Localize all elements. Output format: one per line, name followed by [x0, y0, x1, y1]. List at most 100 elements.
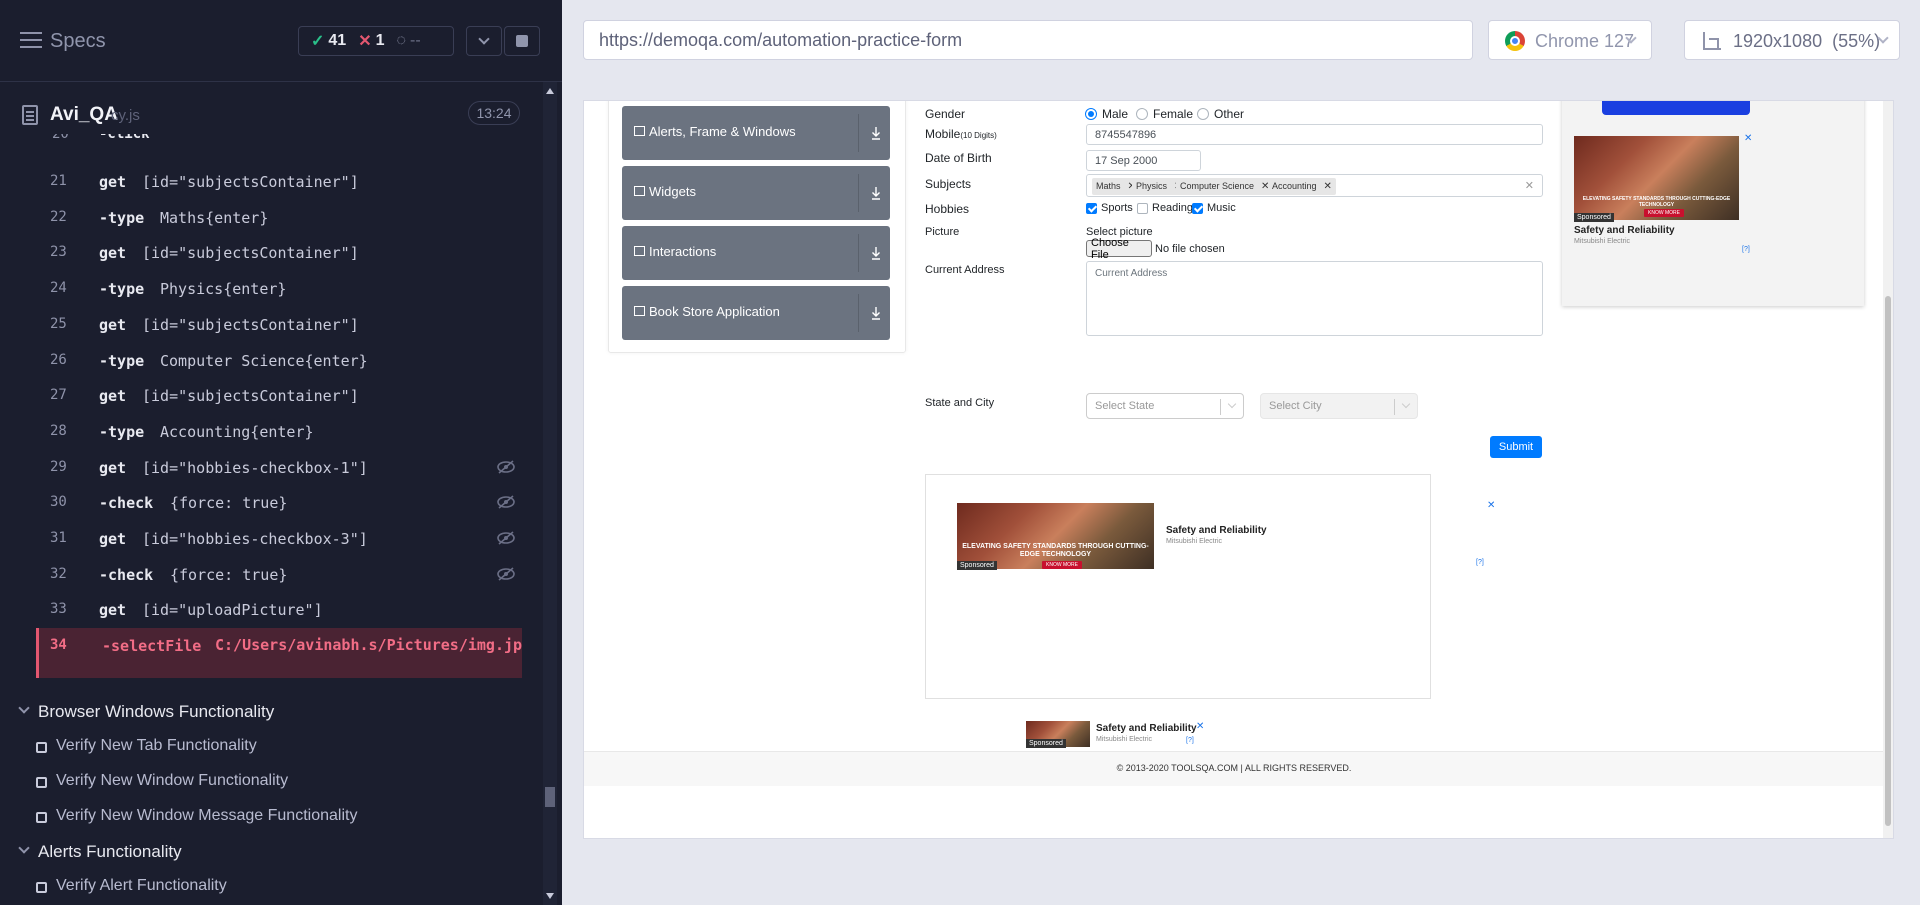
subject-chip[interactable]: Accounting ✕: [1268, 178, 1336, 195]
interactions-icon: [634, 246, 645, 256]
info-icon[interactable]: [?]: [1742, 246, 1750, 253]
state-select[interactable]: Select State: [1086, 393, 1244, 419]
scroll-up-icon[interactable]: [546, 88, 554, 94]
hobby-label[interactable]: Sports: [1101, 202, 1133, 214]
ad-image[interactable]: ELEVATING SAFETY STANDARDS THROUGH CUTTI…: [1574, 136, 1739, 220]
command-row[interactable]: 33 get [id="uploadPicture"]: [36, 592, 522, 627]
spec-name[interactable]: Avi_QA: [50, 104, 118, 126]
command-line-number: 33: [50, 601, 67, 618]
command-log-scrollbar[interactable]: [543, 82, 557, 905]
hobby-label[interactable]: Music: [1207, 202, 1236, 214]
dob-input[interactable]: 17 Sep 2000: [1086, 150, 1201, 171]
gender-option-label[interactable]: Male: [1102, 107, 1128, 121]
info-icon[interactable]: [?]: [1476, 559, 1484, 566]
command-arg: Computer Science{enter}: [160, 351, 368, 370]
command-row[interactable]: 28 -type Accounting{enter}: [36, 414, 522, 449]
menu-icon[interactable]: [20, 32, 42, 50]
submit-button[interactable]: Submit: [1490, 436, 1542, 458]
ad-title[interactable]: Safety and Reliability: [1574, 225, 1675, 236]
hobbies-label: Hobbies: [925, 202, 970, 216]
close-icon[interactable]: ✕: [1487, 500, 1495, 511]
test-item[interactable]: Verify Alert Functionality: [0, 869, 540, 903]
ad-title[interactable]: Safety and Reliability: [1166, 525, 1267, 536]
download-icon[interactable]: [871, 306, 881, 320]
suite-item[interactable]: Alerts Functionality: [0, 834, 540, 868]
command-row[interactable]: 27 get [id="subjectsContainer"]: [36, 378, 522, 413]
specs-title[interactable]: Specs: [50, 30, 106, 53]
suite-item[interactable]: Browser Windows Functionality: [0, 694, 540, 728]
stop-button[interactable]: [504, 26, 540, 56]
collapse-button[interactable]: [466, 26, 502, 56]
clear-icon[interactable]: ✕: [1525, 179, 1534, 192]
gender-radio-female[interactable]: [1136, 108, 1148, 120]
pending-test-icon: [36, 777, 47, 788]
ad-image[interactable]: ELEVATING SAFETY STANDARDS THROUGH CUTTI…: [957, 503, 1154, 569]
command-row[interactable]: 34 -selectFile C:/Users/avinabh.s/Pictures…: [36, 628, 522, 678]
hobby-checkbox-reading[interactable]: [1137, 203, 1148, 214]
command-row[interactable]: 22 -type Maths{enter}: [36, 200, 522, 235]
mobile-input[interactable]: 8745547896: [1086, 124, 1543, 145]
command-row[interactable]: 26 -type Computer Science{enter}: [36, 343, 522, 378]
menu-group[interactable]: Interactions: [622, 226, 890, 280]
menu-group[interactable]: Alerts, Frame & Windows: [622, 106, 890, 160]
scroll-down-icon[interactable]: [546, 893, 554, 899]
inline-ad[interactable]: ELEVATING SAFETY STANDARDS THROUGH CUTTI…: [925, 474, 1495, 699]
window-icon: [634, 126, 645, 136]
command-row[interactable]: 24 -type Physics{enter}: [36, 271, 522, 306]
command-row[interactable]: 29 get [id="hobbies-checkbox-1"]: [36, 450, 522, 485]
gender-radio-male[interactable]: [1085, 108, 1097, 120]
command-row[interactable]: 23 get [id="subjectsContainer"]: [36, 235, 522, 270]
test-item[interactable]: Verify New Window Functionality: [0, 764, 540, 798]
test-item[interactable]: Verify New Tab Functionality: [0, 729, 540, 763]
remove-icon[interactable]: ✕: [1324, 181, 1332, 192]
hidden-eye-icon: [497, 531, 515, 545]
url-bar[interactable]: https://demoqa.com/automation-practice-f…: [583, 20, 1473, 60]
sponsored-badge: Sponsored: [957, 561, 997, 570]
menu-group[interactable]: Book Store Application: [622, 286, 890, 340]
download-icon[interactable]: [871, 246, 881, 260]
close-icon[interactable]: ✕: [1196, 721, 1204, 732]
command-arg: {force: true}: [170, 565, 288, 584]
info-icon[interactable]: [?]: [1186, 737, 1194, 744]
hobby-checkbox-music[interactable]: [1192, 203, 1203, 214]
gender-option-label[interactable]: Other: [1214, 107, 1244, 121]
address-textarea[interactable]: Current Address: [1086, 261, 1543, 336]
chevron-down-icon: [18, 842, 30, 854]
sticky-ad[interactable]: Sponsored Safety and Reliability Mitsubi…: [1026, 721, 1216, 751]
command-row[interactable]: 25 get [id="subjectsContainer"]: [36, 307, 522, 342]
subject-chip[interactable]: Computer Science ✕: [1176, 178, 1274, 195]
choose-file-button[interactable]: Choose File: [1086, 237, 1152, 261]
sidebar-ad[interactable]: ELEVATING SAFETY STANDARDS THROUGH CUTTI…: [1562, 101, 1864, 306]
ad-button[interactable]: [1602, 101, 1750, 115]
aut-scrollbar[interactable]: [1883, 101, 1893, 838]
viewport-selector[interactable]: 1920x1080 (55%): [1684, 20, 1900, 60]
test-item[interactable]: Verify New Window Message Functionality: [0, 799, 540, 833]
gender-option-label[interactable]: Female: [1153, 107, 1193, 121]
close-icon[interactable]: ✕: [1744, 133, 1752, 144]
download-icon[interactable]: [871, 186, 881, 200]
ad-sponsor: Mitsubishi Electric: [1166, 538, 1223, 545]
ad-title[interactable]: Safety and Reliability: [1096, 723, 1197, 734]
command-row[interactable]: 30 -check {force: true}: [36, 485, 522, 520]
scroll-thumb[interactable]: [545, 787, 555, 807]
command-name: -type: [99, 208, 145, 227]
hobby-label[interactable]: Reading: [1152, 202, 1193, 214]
command-name: get: [99, 601, 127, 620]
gender-radio-other[interactable]: [1197, 108, 1209, 120]
download-icon[interactable]: [871, 126, 881, 140]
test-title: Verify Alert Functionality: [56, 877, 227, 894]
hobby-checkbox-sports[interactable]: [1086, 203, 1097, 214]
command-row[interactable]: 21 get [id="subjectsContainer"]: [36, 164, 522, 199]
bookstore-icon: [634, 306, 645, 316]
command-line-number: 29: [50, 458, 67, 475]
hidden-eye-icon: [497, 459, 515, 474]
command-arg: [id="subjectsContainer"]: [142, 173, 359, 191]
city-select[interactable]: Select City: [1260, 393, 1418, 419]
viewport-label: 1920x1080 (55%): [1733, 31, 1880, 52]
command-row[interactable]: 32 -check {force: true}: [36, 557, 522, 592]
spec-extension: cy.js: [111, 107, 140, 124]
browser-selector[interactable]: Chrome 127: [1488, 20, 1652, 60]
menu-group[interactable]: Widgets: [622, 166, 890, 220]
scroll-thumb[interactable]: [1885, 296, 1891, 826]
command-row[interactable]: 31 get [id="hobbies-checkbox-3"]: [36, 521, 522, 556]
